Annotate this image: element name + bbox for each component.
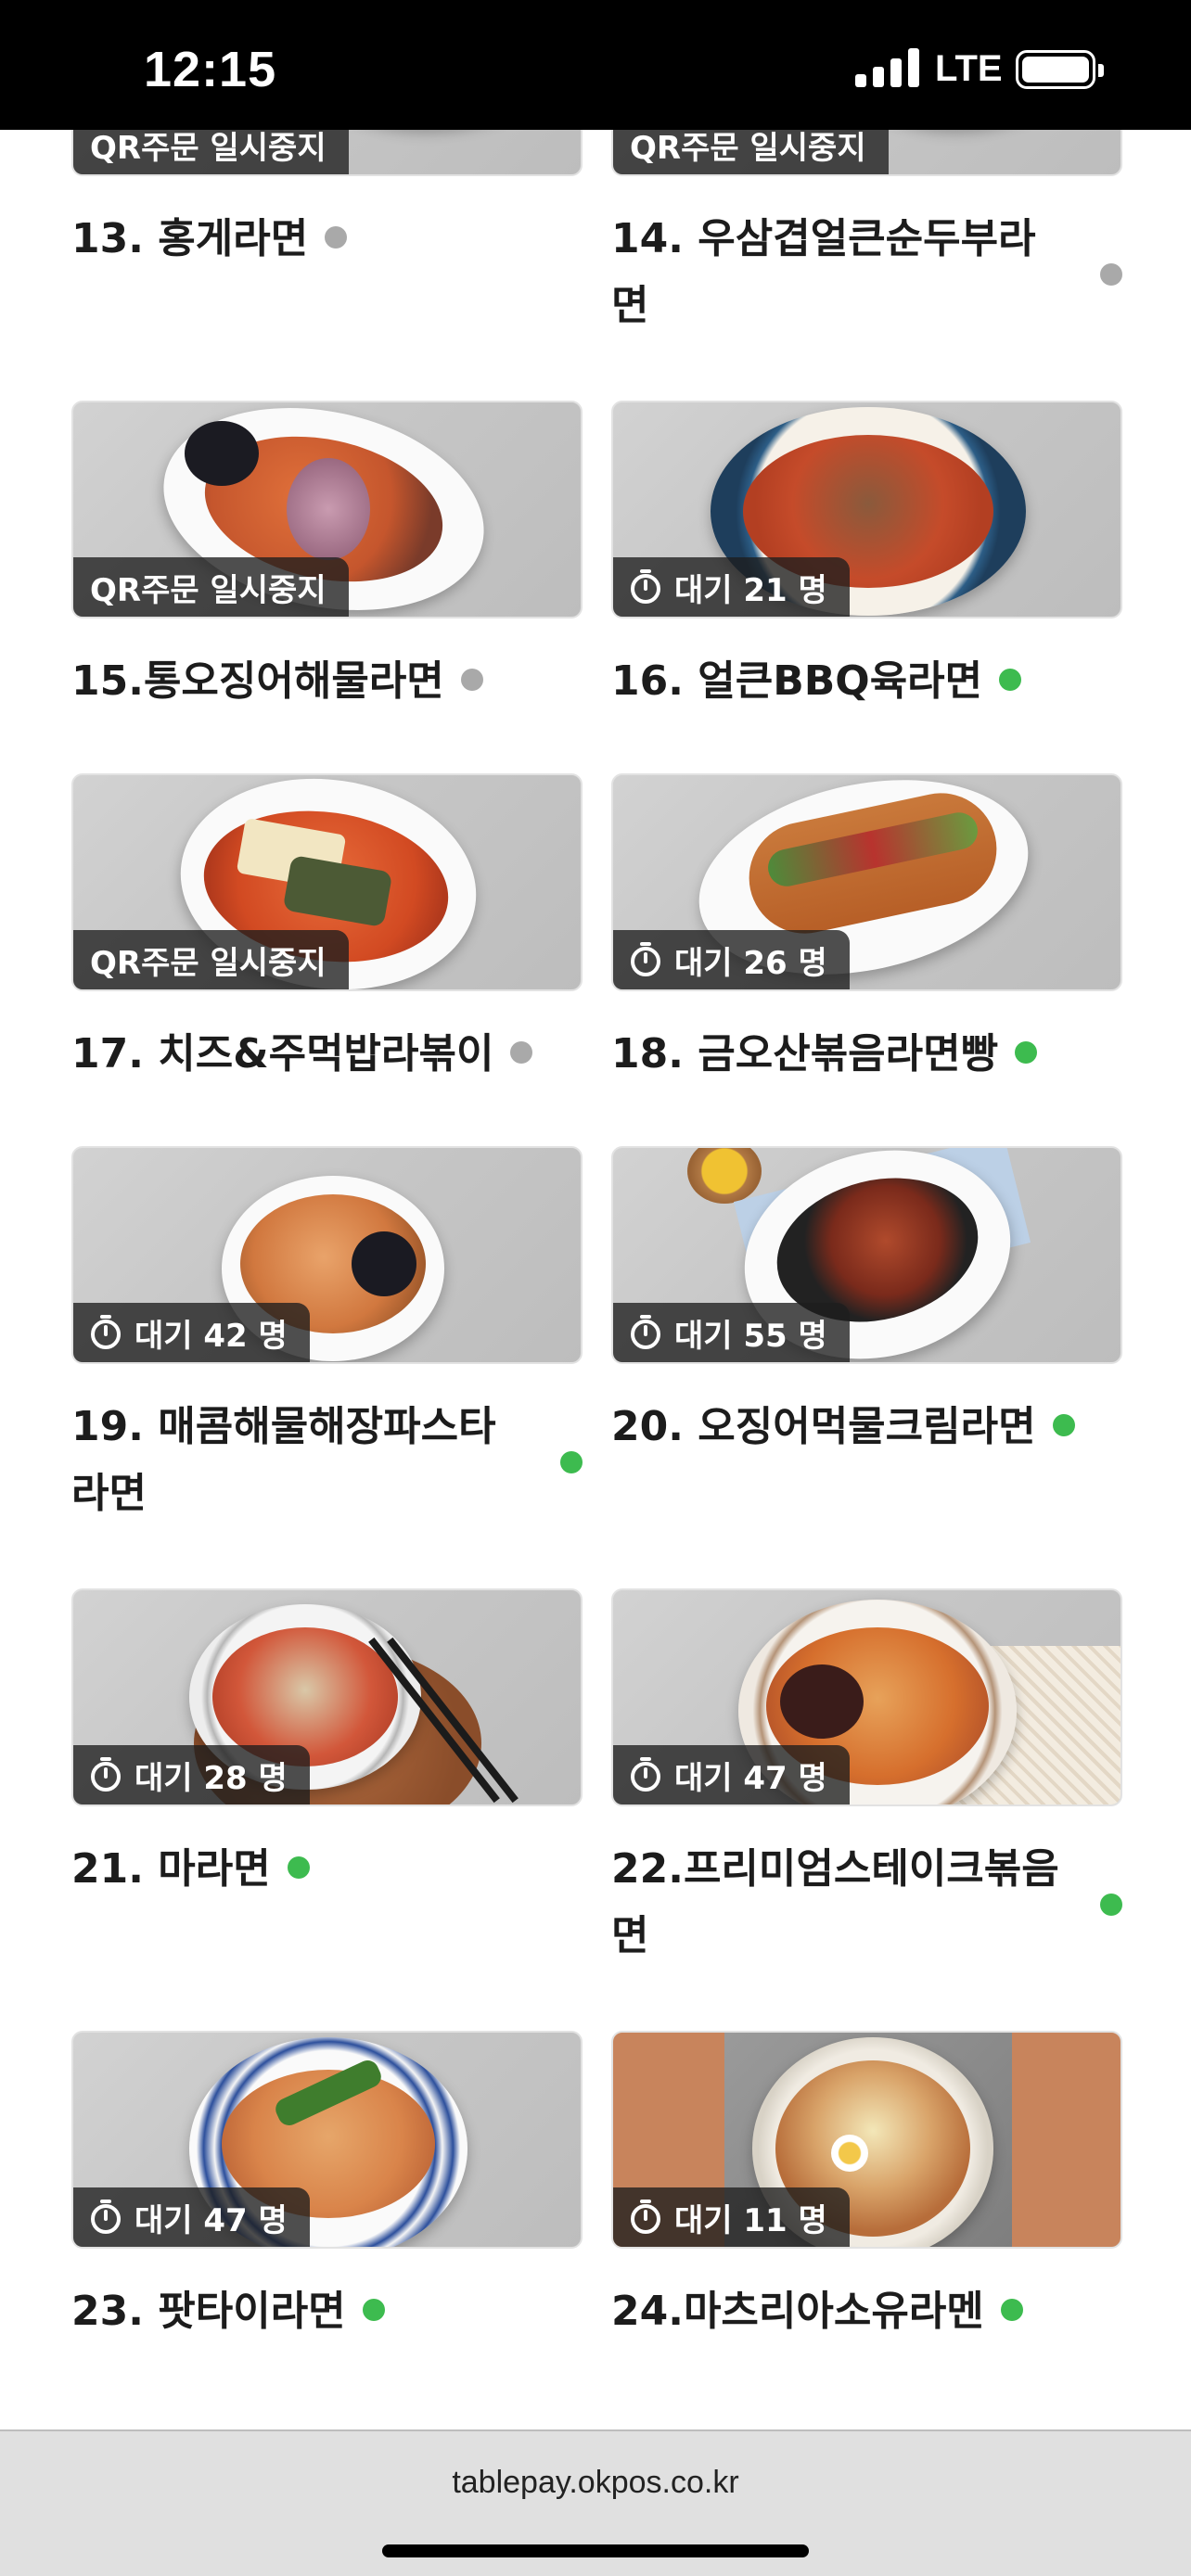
timer-icon bbox=[631, 2200, 660, 2234]
menu-image[interactable]: 대기 47 명 bbox=[71, 2031, 583, 2249]
menu-image[interactable]: 대기 42 명 bbox=[71, 1146, 583, 1364]
menu-image[interactable]: 대기 21 명 bbox=[611, 401, 1122, 618]
status-dot bbox=[1000, 2299, 1023, 2321]
menu-image[interactable]: 대기 11 명 bbox=[611, 2031, 1122, 2249]
wait-badge: 대기 42 명 bbox=[73, 1303, 310, 1362]
wait-badge: 대기 11 명 bbox=[613, 2187, 850, 2247]
menu-name[interactable]: 21. 마라면 bbox=[71, 1836, 583, 1903]
menu-name[interactable]: 16. 얼큰BBQ육라면 bbox=[611, 648, 1122, 715]
menu-name[interactable]: 14. 우삼겹얼큰순두부라면 bbox=[611, 206, 1047, 339]
status-dot bbox=[325, 226, 348, 249]
menu-name[interactable]: 18. 금오산볶음라면빵 bbox=[611, 1021, 1122, 1088]
status-dot bbox=[287, 1856, 310, 1879]
timer-icon bbox=[631, 942, 660, 976]
timer-icon bbox=[631, 1757, 660, 1792]
menu-image[interactable]: 대기 26 명 bbox=[611, 773, 1122, 991]
menu-image[interactable]: QR주문 일시중지 bbox=[71, 401, 583, 618]
status-dot bbox=[362, 2299, 385, 2321]
wait-badge: 대기 55 명 bbox=[613, 1303, 850, 1362]
status-bar: 12:15 LTE bbox=[0, 0, 1191, 130]
menu-image[interactable]: QR주문 일시중지 bbox=[71, 773, 583, 991]
menu-name[interactable]: 20. 오징어먹물크림라면 bbox=[611, 1394, 1122, 1460]
status-dot bbox=[460, 669, 483, 691]
menu-image[interactable]: 대기 47 명 bbox=[611, 1588, 1122, 1806]
signal-icon bbox=[855, 46, 920, 87]
status-dot bbox=[999, 669, 1022, 691]
menu-name[interactable]: 19. 매콤해물해장파스타라면 bbox=[71, 1394, 526, 1527]
order-paused-badge: QR주문 일시중지 bbox=[73, 557, 349, 617]
timer-icon bbox=[631, 1315, 660, 1349]
wait-badge: 대기 21 명 bbox=[613, 557, 850, 617]
menu-name[interactable]: 15.통오징어해물라면 bbox=[71, 648, 583, 715]
status-dot bbox=[1015, 1041, 1038, 1064]
network-label: LTE bbox=[935, 48, 1003, 89]
wait-badge: 대기 47 명 bbox=[613, 1745, 850, 1804]
timer-icon bbox=[91, 2200, 121, 2234]
menu-name[interactable]: 23. 팟타이라면 bbox=[71, 2278, 583, 2345]
menu-name[interactable]: 17. 치즈&주먹밥라볶이 bbox=[71, 1021, 583, 1088]
menu-name[interactable]: 22.프리미엄스테이크볶음면 bbox=[611, 1836, 1084, 1970]
url-text[interactable]: tablepay.okpos.co.kr bbox=[0, 2465, 1191, 2501]
wait-badge: 대기 47 명 bbox=[73, 2187, 310, 2247]
status-dot bbox=[1052, 1414, 1075, 1436]
home-indicator[interactable] bbox=[382, 2544, 809, 2557]
timer-icon bbox=[631, 569, 660, 604]
menu-name[interactable]: 24.마츠리아소유라멘 bbox=[611, 2278, 1122, 2345]
order-paused-badge: QR주문 일시중지 bbox=[73, 930, 349, 989]
browser-address-bar[interactable]: tablepay.okpos.co.kr bbox=[0, 2429, 1191, 2576]
menu-image[interactable]: 대기 28 명 bbox=[71, 1588, 583, 1806]
wait-badge: 대기 28 명 bbox=[73, 1745, 310, 1804]
status-dot bbox=[1100, 1894, 1122, 1916]
status-dot bbox=[560, 1451, 583, 1473]
menu-name[interactable]: 13. 홍게라면 bbox=[71, 206, 583, 273]
status-dot bbox=[1100, 263, 1122, 286]
wait-badge: 대기 26 명 bbox=[613, 930, 850, 989]
timer-icon bbox=[91, 1757, 121, 1792]
battery-icon bbox=[1016, 50, 1104, 89]
menu-image[interactable]: 대기 55 명 bbox=[611, 1146, 1122, 1364]
status-dot bbox=[510, 1041, 533, 1064]
status-time: 12:15 bbox=[144, 42, 277, 97]
timer-icon bbox=[91, 1315, 121, 1349]
